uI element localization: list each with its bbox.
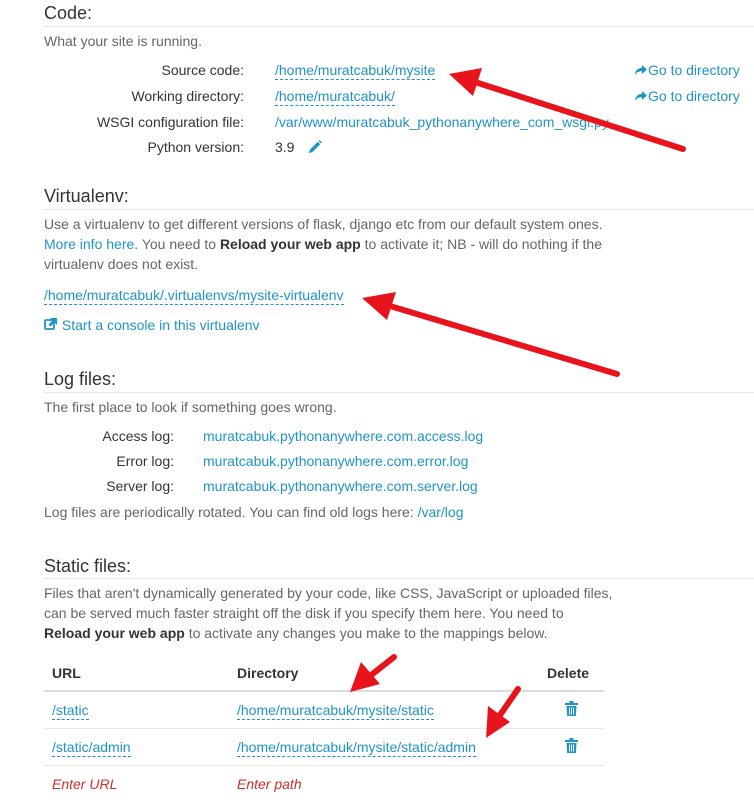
section-divider (44, 578, 754, 579)
server-log-label: Server log: (106, 478, 174, 494)
trash-icon (565, 701, 578, 716)
server-log-link[interactable]: muratcabuk.pythonanywhere.com.server.log (203, 478, 478, 494)
log-rotation-text: Log files are periodically rotated. You … (44, 504, 414, 520)
wsgi-config-label: WSGI configuration file: (97, 114, 244, 130)
virtualenv-desc-text: Use a virtualenv to get different versio… (44, 216, 564, 232)
reload-web-app-emphasis: Reload your web app (44, 625, 185, 641)
code-section-description: What your site is running. (44, 31, 202, 51)
delete-mapping-button[interactable] (565, 703, 578, 719)
delete-mapping-button[interactable] (565, 740, 578, 756)
log-files-description: The first place to look if something goe… (44, 397, 337, 417)
start-console-label: Start a console in this virtualenv (62, 317, 260, 333)
virtualenv-desc-text: ones. (568, 216, 602, 232)
section-divider (44, 392, 754, 393)
share-arrow-icon (634, 64, 648, 77)
static-desc-text: can be served much faster straight off t… (44, 605, 564, 621)
static-desc-text: Files that aren't dynamically generated … (44, 585, 612, 601)
pencil-icon (307, 139, 323, 155)
share-arrow-icon (634, 90, 648, 103)
static-files-section-title: Static files: (44, 556, 131, 577)
annotation-arrow (362, 292, 617, 374)
start-console-link[interactable]: Start a console in this virtualenv (44, 317, 260, 333)
go-to-directory-label: Go to directory (648, 62, 740, 78)
virtualenv-desc-text: to activate it; NB - will do nothing (365, 236, 568, 252)
virtualenv-desc-text: You need to (142, 236, 216, 252)
var-log-link[interactable]: /var/log (418, 504, 464, 520)
table-row-new: Enter URL Enter path (44, 766, 604, 802)
section-divider (44, 209, 754, 210)
static-url-link[interactable]: /static/admin (52, 739, 131, 757)
log-files-section-title: Log files: (44, 369, 116, 390)
access-log-link[interactable]: muratcabuk.pythonanywhere.com.access.log (203, 428, 483, 444)
source-code-label: Source code: (162, 62, 245, 78)
section-divider (44, 26, 754, 27)
access-log-label: Access log: (102, 428, 174, 444)
static-directory-link[interactable]: /home/muratcabuk/mysite/static (237, 702, 434, 720)
wsgi-config-file-link[interactable]: /var/www/muratcabuk_pythonanywhere_com_w… (275, 114, 609, 130)
log-rotation-note: Log files are periodically rotated. You … (44, 502, 464, 522)
edit-python-version-button[interactable] (307, 139, 323, 160)
working-directory-label: Working directory: (131, 88, 244, 104)
error-log-label: Error log: (116, 453, 174, 469)
static-url-link[interactable]: /static (52, 702, 89, 720)
static-files-description: Files that aren't dynamically generated … (44, 583, 614, 643)
more-info-link[interactable]: More info here. (44, 236, 138, 252)
virtualenv-section-title: Virtualenv: (44, 186, 129, 207)
code-section-title: Code: (44, 3, 92, 24)
annotation-arrow (449, 68, 683, 149)
table-row: /static/admin /home/muratcabuk/mysite/st… (44, 729, 604, 766)
directory-column-header: Directory (229, 656, 539, 691)
virtualenv-path-link[interactable]: /home/muratcabuk/.virtualenvs/mysite-vir… (44, 287, 344, 305)
virtualenv-description: Use a virtualenv to get different versio… (44, 214, 604, 274)
static-desc-text: to activate any changes you make to the … (189, 625, 548, 641)
python-version-label: Python version: (148, 139, 245, 155)
external-link-icon (44, 317, 58, 330)
trash-icon (565, 738, 578, 753)
working-go-to-directory-link[interactable]: Go to directory (634, 88, 740, 104)
source-code-path-link[interactable]: /home/muratcabuk/mysite (275, 62, 435, 80)
url-column-header: URL (44, 656, 229, 691)
static-directory-link[interactable]: /home/muratcabuk/mysite/static/admin (237, 739, 476, 757)
python-version-value: 3.9 (275, 139, 294, 155)
working-directory-path-link[interactable]: /home/muratcabuk/ (275, 88, 395, 106)
go-to-directory-label: Go to directory (648, 88, 740, 104)
table-row: /static /home/muratcabuk/mysite/static (44, 691, 604, 729)
delete-column-header: Delete (539, 656, 604, 691)
table-header-row: URL Directory Delete (44, 656, 604, 691)
reload-web-app-emphasis: Reload your web app (220, 236, 361, 252)
static-files-table: URL Directory Delete /static /home/murat… (44, 656, 604, 802)
source-go-to-directory-link[interactable]: Go to directory (634, 62, 740, 78)
error-log-link[interactable]: muratcabuk.pythonanywhere.com.error.log (203, 453, 468, 469)
